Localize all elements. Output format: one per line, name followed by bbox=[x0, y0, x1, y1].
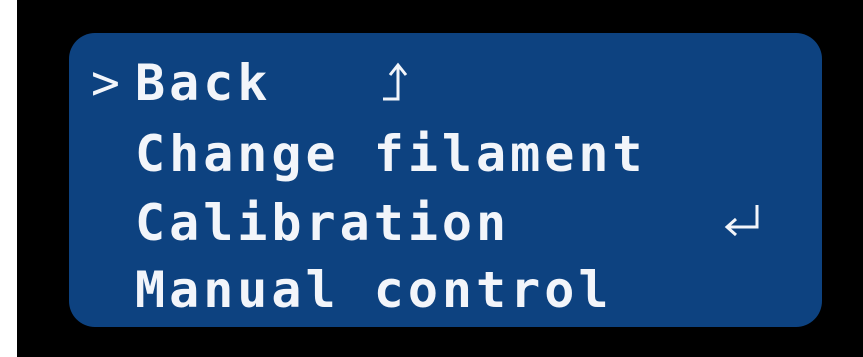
menu-item-calibration[interactable]: Calibration bbox=[69, 193, 822, 253]
menu-item-label: Calibration bbox=[135, 194, 511, 252]
menu-item-change-filament[interactable]: Change filament bbox=[69, 124, 822, 184]
menu-item-label: Manual control bbox=[135, 261, 613, 319]
display-frame: > Back Change filament Calibration Manua… bbox=[17, 0, 863, 357]
up-arrow-icon bbox=[381, 57, 415, 107]
lcd-screen: > Back Change filament Calibration Manua… bbox=[69, 33, 822, 327]
enter-arrow-icon bbox=[723, 197, 763, 245]
menu-item-back[interactable]: > Back bbox=[69, 53, 822, 113]
menu-item-label: Back bbox=[135, 54, 272, 112]
menu-item-manual-control[interactable]: Manual control bbox=[69, 260, 822, 320]
menu-item-label: Change filament bbox=[135, 125, 647, 183]
selection-cursor: > bbox=[91, 55, 124, 111]
